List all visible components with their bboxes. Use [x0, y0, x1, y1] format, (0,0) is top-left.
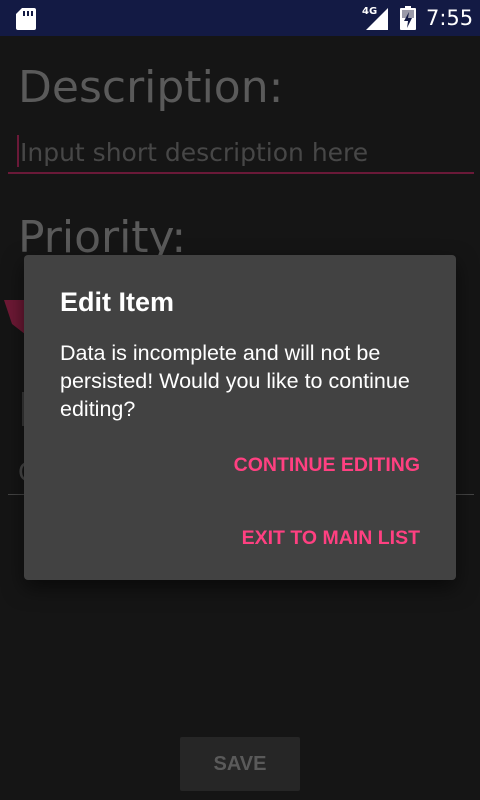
- status-bar: 4G 7:55: [0, 0, 480, 36]
- description-label: Description:: [18, 62, 284, 113]
- continue-editing-button[interactable]: CONTINUE EDITING: [234, 454, 420, 477]
- save-button[interactable]: SAVE: [180, 737, 300, 791]
- dialog-title: Edit Item: [60, 287, 175, 317]
- sd-card-icon: [16, 8, 36, 30]
- description-input[interactable]: [8, 132, 474, 174]
- cell-signal-icon: 4G: [362, 6, 388, 30]
- exit-to-main-list-button[interactable]: EXIT TO MAIN LIST: [242, 527, 420, 550]
- edit-item-dialog: Edit Item Data is incomplete and will no…: [24, 255, 456, 580]
- battery-charging-icon: [400, 6, 416, 30]
- dialog-message: Data is incomplete and will not be persi…: [60, 341, 410, 421]
- clock: 7:55: [426, 6, 474, 30]
